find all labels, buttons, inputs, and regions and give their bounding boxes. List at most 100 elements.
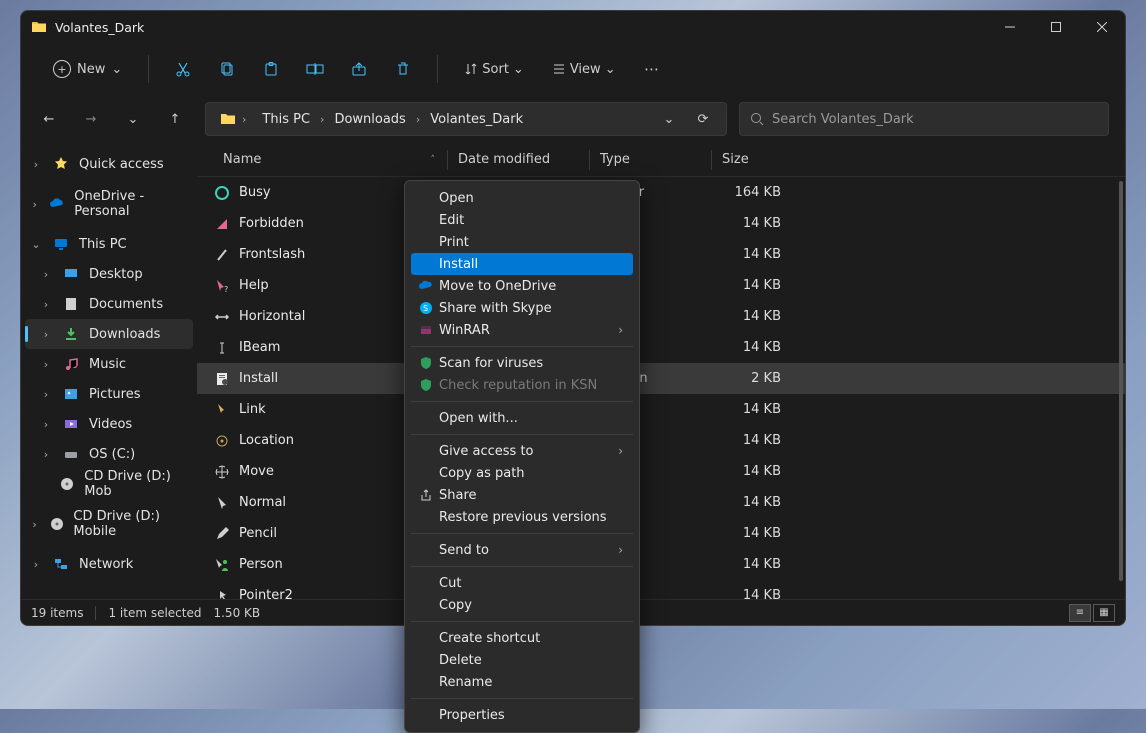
overflow-button[interactable]: ⋯: [634, 51, 670, 87]
ctx-copy-path[interactable]: Copy as path: [411, 462, 633, 484]
ctx-scan-viruses[interactable]: Scan for viruses: [411, 352, 633, 374]
submenu-arrow-icon: ›: [618, 323, 623, 337]
nav-os-c[interactable]: ›OS (C:): [21, 439, 197, 469]
ctx-label: Open: [439, 191, 474, 206]
file-size: 14 KB: [711, 464, 787, 479]
nav-quick-access[interactable]: › Quick access: [21, 149, 197, 179]
paste-icon[interactable]: [253, 51, 289, 87]
file-row-move[interactable]: Move 14 KB: [197, 456, 1125, 487]
nav-cd-drive-2[interactable]: ›CD Drive (D:) Mobile: [21, 509, 197, 539]
nav-label: This PC: [79, 237, 127, 252]
delete-icon[interactable]: [385, 51, 421, 87]
breadcrumb-item[interactable]: This PC: [256, 108, 316, 131]
view-label: View: [570, 62, 601, 77]
ctx-restore-versions[interactable]: Restore previous versions: [411, 506, 633, 528]
rename-icon[interactable]: [297, 51, 333, 87]
view-icon: [552, 62, 566, 76]
new-button[interactable]: + New ⌄: [43, 51, 132, 87]
sort-button[interactable]: Sort ⌄: [454, 51, 534, 87]
ctx-open-with[interactable]: Open with...: [411, 407, 633, 429]
nav-downloads[interactable]: ›Downloads: [25, 319, 193, 349]
file-row-link[interactable]: Link 14 KB: [197, 394, 1125, 425]
nav-network[interactable]: ›Network: [21, 549, 197, 579]
ctx-send-to[interactable]: Send to›: [411, 539, 633, 561]
inf-file-icon: [213, 370, 231, 388]
breadcrumb-root-icon[interactable]: ›: [214, 107, 252, 131]
nav-pictures[interactable]: ›Pictures: [21, 379, 197, 409]
breadcrumb-item[interactable]: Volantes_Dark: [424, 108, 529, 131]
ctx-winrar[interactable]: WinRAR›: [411, 319, 633, 341]
view-button[interactable]: View ⌄: [542, 51, 626, 87]
back-button[interactable]: ←: [31, 101, 67, 137]
file-row-frontslash[interactable]: Frontslash 14 KB: [197, 239, 1125, 270]
cut-icon[interactable]: [165, 51, 201, 87]
ctx-print[interactable]: Print: [411, 231, 633, 253]
ctx-delete[interactable]: Delete: [411, 649, 633, 671]
ctx-open[interactable]: Open: [411, 187, 633, 209]
file-row-location[interactable]: Location 14 KB: [197, 425, 1125, 456]
history-button[interactable]: ⌄: [115, 101, 151, 137]
star-icon: [51, 156, 71, 172]
close-button[interactable]: [1079, 11, 1125, 43]
minimize-button[interactable]: [987, 11, 1033, 43]
column-date[interactable]: Date modified: [447, 150, 589, 170]
forward-button[interactable]: →: [73, 101, 109, 137]
ctx-separator: [411, 401, 633, 402]
file-size: 14 KB: [711, 402, 787, 417]
ctx-give-access[interactable]: Give access to›: [411, 440, 633, 462]
winrar-icon: [417, 323, 435, 337]
search-input[interactable]: [772, 112, 1098, 127]
ctx-create-shortcut[interactable]: Create shortcut: [411, 627, 633, 649]
ctx-share-skype[interactable]: SShare with Skype: [411, 297, 633, 319]
nav-documents[interactable]: ›Documents: [21, 289, 197, 319]
ctx-share[interactable]: Share: [411, 484, 633, 506]
file-row-ibeam[interactable]: IBeam 14 KB: [197, 332, 1125, 363]
file-row-pencil[interactable]: Pencil 14 KB: [197, 518, 1125, 549]
thumbnails-view-button[interactable]: ▦: [1093, 604, 1115, 622]
address-history-button[interactable]: ⌄: [654, 104, 684, 134]
file-row-install[interactable]: Install ormation2 KB: [197, 363, 1125, 394]
ctx-install[interactable]: Install: [411, 253, 633, 275]
file-row-horizontal[interactable]: Horizontal 14 KB: [197, 301, 1125, 332]
file-row-person[interactable]: Person 14 KB: [197, 549, 1125, 580]
file-row-normal[interactable]: Normal 14 KB: [197, 487, 1125, 518]
ctx-move-onedrive[interactable]: Move to OneDrive: [411, 275, 633, 297]
file-row-pointer2[interactable]: Pointer2 14 KB: [197, 580, 1125, 599]
file-size: 14 KB: [711, 309, 787, 324]
column-name[interactable]: Name˄: [197, 152, 447, 167]
up-button[interactable]: ↑: [157, 101, 193, 137]
ctx-cut[interactable]: Cut: [411, 572, 633, 594]
nav-music[interactable]: ›Music: [21, 349, 197, 379]
maximize-button[interactable]: [1033, 11, 1079, 43]
ctx-edit[interactable]: Edit: [411, 209, 633, 231]
file-size: 14 KB: [711, 433, 787, 448]
nav-label: CD Drive (D:) Mobile: [73, 509, 189, 539]
search-box[interactable]: [739, 102, 1109, 136]
nav-this-pc[interactable]: ⌄ This PC: [21, 229, 197, 259]
nav-desktop[interactable]: ›Desktop: [21, 259, 197, 289]
share-icon[interactable]: [341, 51, 377, 87]
file-size: 14 KB: [711, 340, 787, 355]
nav-videos[interactable]: ›Videos: [21, 409, 197, 439]
file-row-forbidden[interactable]: Forbidden 14 KB: [197, 208, 1125, 239]
scrollbar[interactable]: [1119, 181, 1123, 581]
copy-icon[interactable]: [209, 51, 245, 87]
address-bar[interactable]: › This PC › Downloads › Volantes_Dark ⌄ …: [205, 102, 727, 136]
file-row-busy[interactable]: Busy d Cursor164 KB: [197, 177, 1125, 208]
column-type[interactable]: Type: [589, 150, 711, 170]
column-size[interactable]: Size: [711, 150, 787, 170]
cursor-file-icon: [213, 556, 231, 574]
ctx-properties[interactable]: Properties: [411, 704, 633, 726]
status-item-count: 19 items: [31, 606, 83, 620]
ctx-copy[interactable]: Copy: [411, 594, 633, 616]
ctx-rename[interactable]: Rename: [411, 671, 633, 693]
file-name: Frontslash: [239, 247, 305, 262]
details-view-button[interactable]: ≡: [1069, 604, 1091, 622]
breadcrumb-item[interactable]: Downloads: [328, 108, 411, 131]
pc-icon: [51, 236, 71, 252]
nav-cd-drive-1[interactable]: CD Drive (D:) Mob: [21, 469, 197, 499]
refresh-button[interactable]: ⟳: [688, 104, 718, 134]
file-row-help[interactable]: ?Help 14 KB: [197, 270, 1125, 301]
nav-onedrive[interactable]: › OneDrive - Personal: [21, 189, 197, 219]
nav-label: Videos: [89, 417, 132, 432]
